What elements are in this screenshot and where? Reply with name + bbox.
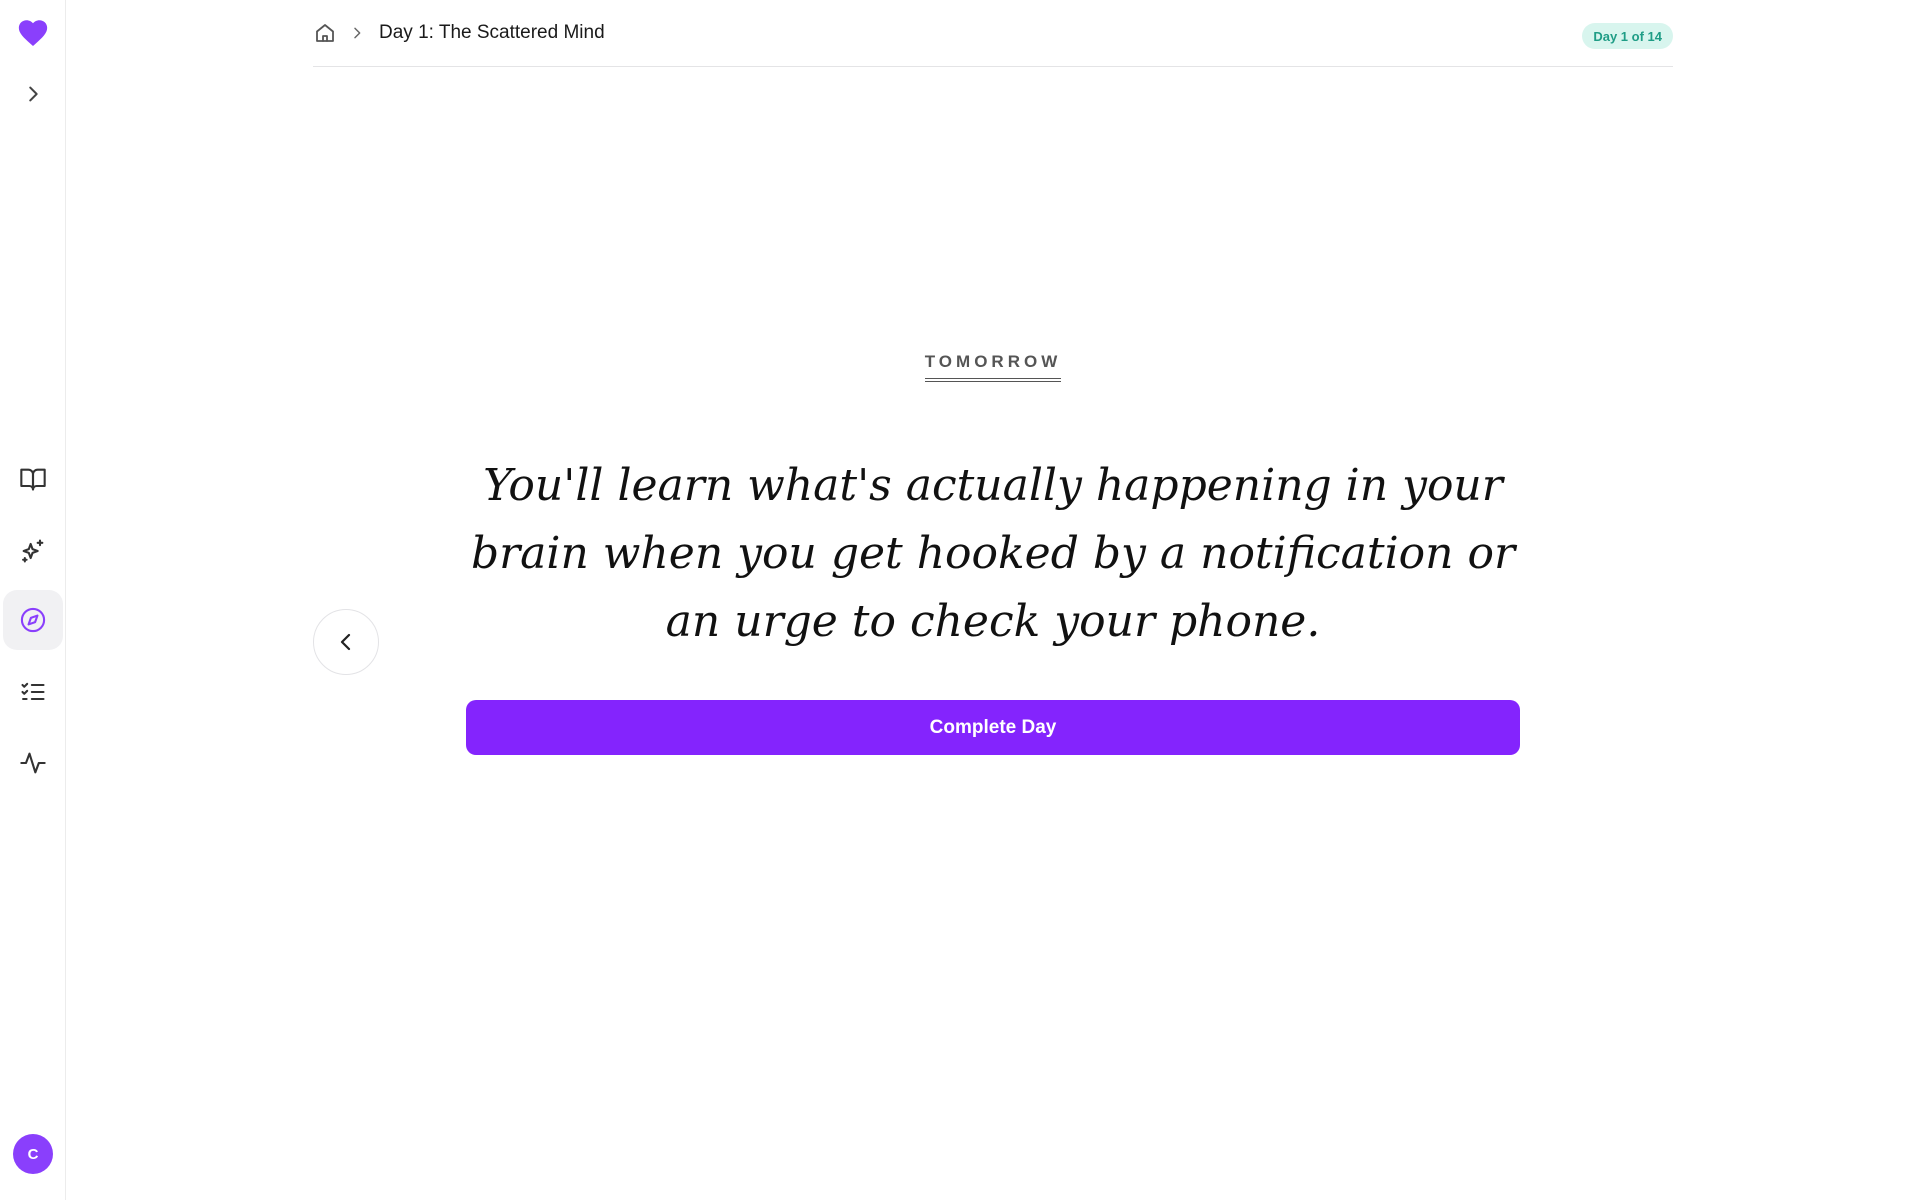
checklist-icon: [21, 682, 45, 701]
section-eyebrow: TOMORROW: [0, 352, 1920, 382]
app-logo[interactable]: [3, 3, 63, 63]
chevron-left-icon: [340, 633, 351, 651]
top-bar: Day 1: The Scattered Mind Day 1 of 14: [313, 0, 1673, 67]
sidebar-expand-button[interactable]: [3, 64, 63, 124]
sidebar: C: [0, 0, 66, 1200]
previous-slide-button[interactable]: [313, 609, 379, 675]
sidebar-item-explore[interactable]: [3, 590, 63, 650]
breadcrumb-title: Day 1: The Scattered Mind: [379, 22, 605, 43]
eyebrow-label: TOMORROW: [924, 352, 1062, 382]
book-open-icon: [20, 468, 46, 491]
activity-pulse-icon: [20, 752, 46, 774]
sidebar-item-tasks[interactable]: [3, 662, 63, 722]
compass-icon: [20, 607, 46, 633]
sidebar-item-activity[interactable]: [3, 733, 63, 793]
avatar-initial: C: [27, 1145, 39, 1163]
heart-icon: [18, 20, 48, 47]
chevron-right-icon: [354, 27, 361, 39]
user-avatar[interactable]: C: [13, 1134, 53, 1174]
home-icon: [316, 24, 334, 42]
complete-day-button[interactable]: Complete Day: [466, 700, 1520, 755]
breadcrumb-home[interactable]: [313, 21, 337, 45]
breadcrumb-separator: [349, 25, 365, 41]
sidebar-item-sparkles[interactable]: [3, 521, 63, 581]
sparkles-icon: [22, 539, 44, 563]
day-progress-badge: Day 1 of 14: [1582, 23, 1673, 49]
sidebar-item-library[interactable]: [3, 449, 63, 509]
lesson-quote: You'll learn what's actually happening i…: [470, 460, 1516, 647]
chevron-right-icon: [29, 86, 38, 102]
